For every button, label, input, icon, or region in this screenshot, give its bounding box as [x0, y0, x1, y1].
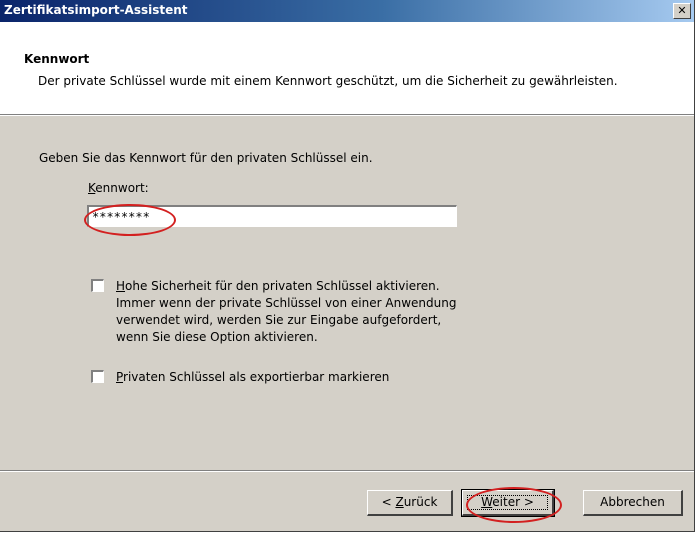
exportable-accel: P [116, 370, 124, 384]
header-divider [0, 114, 694, 116]
wizard-header: Kennwort Der private Schlüssel wurde mit… [0, 22, 694, 114]
exportable-label[interactable]: Privaten Schlüssel als exportierbar mark… [116, 369, 389, 386]
footer-divider [0, 470, 694, 472]
high-security-label[interactable]: Hohe Sicherheit für den privaten Schlüss… [116, 278, 456, 346]
close-icon: ✕ [677, 4, 687, 17]
title-bar[interactable]: Zertifikatsimport-Assistent ✕ [0, 0, 694, 22]
focus-rectangle [467, 495, 548, 510]
back-label: urück [403, 495, 438, 509]
exportable-text: rivaten Schlüssel als exportierbar marki… [123, 370, 390, 384]
high-security-checkbox[interactable] [91, 279, 104, 292]
high-security-accel: H [116, 279, 126, 293]
back-button[interactable]: < Zurück [367, 490, 453, 516]
next-button[interactable]: Weiter > [461, 489, 555, 517]
password-label-rest: ennwort: [95, 181, 149, 195]
password-label: Kennwort: [88, 181, 149, 195]
close-button[interactable]: ✕ [673, 3, 691, 19]
exportable-checkbox[interactable] [91, 370, 104, 383]
high-security-desc-line3: verwendet wird, werden Sie zur Eingabe a… [116, 313, 442, 327]
window-title: Zertifikatsimport-Assistent [4, 3, 188, 17]
password-input[interactable] [87, 205, 457, 227]
password-prompt: Geben Sie das Kennwort für den privaten … [39, 151, 373, 165]
back-prefix: < [381, 495, 396, 509]
high-security-text: ohe Sicherheit für den privaten Schlüsse… [125, 279, 440, 293]
high-security-desc-line2: Immer wenn der private Schlüssel von ein… [116, 296, 457, 310]
wizard-window: Zertifikatsimport-Assistent ✕ Kennwort D… [0, 0, 695, 532]
high-security-desc-line4: wenn Sie diese Option aktivieren. [116, 330, 318, 344]
page-description: Der private Schlüssel wurde mit einem Ke… [38, 74, 618, 88]
page-title: Kennwort [24, 52, 90, 66]
cancel-button[interactable]: Abbrechen [583, 490, 683, 516]
back-accel: Z [395, 495, 404, 509]
